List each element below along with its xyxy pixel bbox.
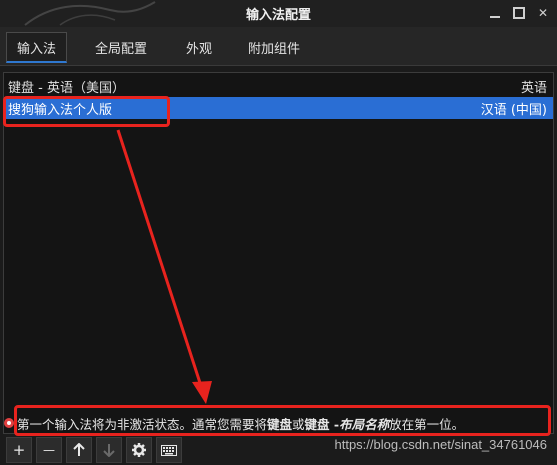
annotation-arrow [116,129,212,404]
